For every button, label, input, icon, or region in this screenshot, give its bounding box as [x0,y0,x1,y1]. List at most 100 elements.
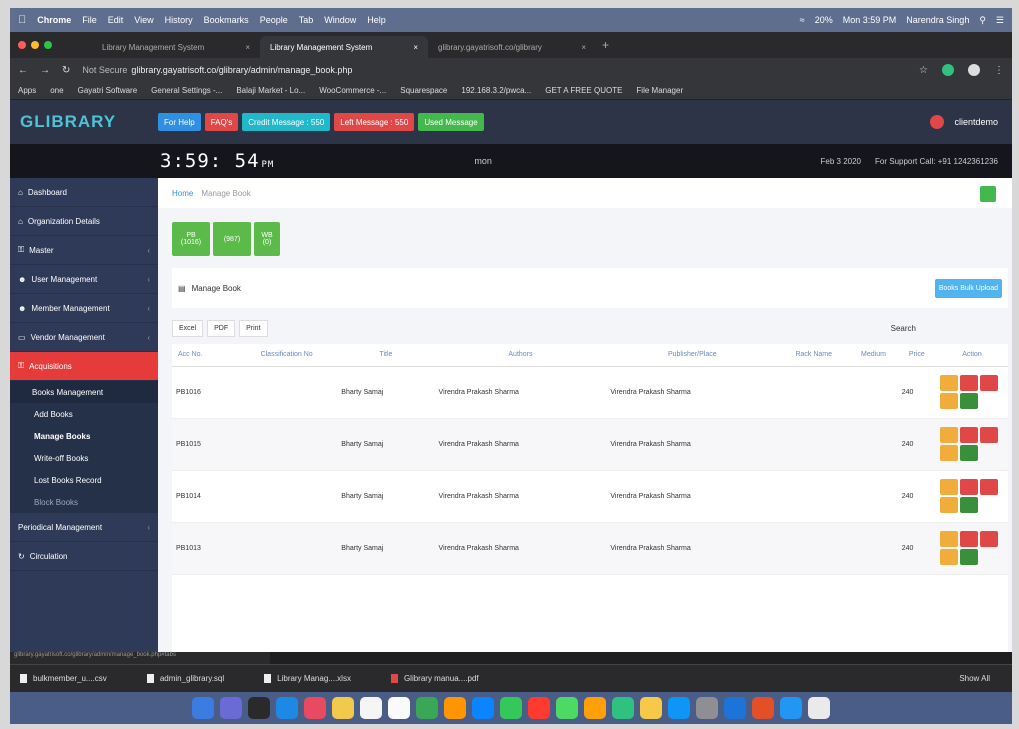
facetime-icon[interactable] [500,697,522,719]
user-menu[interactable]: clientdemo [930,115,1012,129]
block-icon[interactable] [980,427,998,443]
sidebar-item-dashboard[interactable]: ⌂ Dashboard [10,178,158,207]
upload-icon[interactable] [940,393,958,409]
delete-icon[interactable] [960,427,978,443]
col-rack[interactable]: Rack Name [778,344,850,367]
spotlight-icon[interactable]: ⚲ [979,15,986,26]
photos-icon[interactable] [304,697,326,719]
close-window-icon[interactable] [18,41,26,49]
used-message-button[interactable]: Used Message [418,113,484,131]
submenu-block-books[interactable]: Block Books [10,491,158,513]
close-icon[interactable]: × [413,43,418,52]
tab-3[interactable]: glibrary.gayatrisoft.co/glibrary × [428,36,596,58]
finder-icon[interactable] [192,697,214,719]
search-icon[interactable] [980,186,996,202]
menu-view[interactable]: View [134,15,153,25]
bookmark-quote[interactable]: GET A FREE QUOTE [545,86,622,95]
vlc-icon[interactable] [640,697,662,719]
pdf-button[interactable]: PDF [207,320,236,337]
show-all-button[interactable]: Show All [959,674,990,683]
bookmark-apps[interactable]: Apps [18,86,36,95]
sidebar-item-organization[interactable]: ⌂ Organization Details [10,207,158,236]
sidebar-item-member-management[interactable]: ☻ Member Management ‹ [10,294,158,323]
vscode-icon[interactable] [724,697,746,719]
submenu-books-management[interactable]: Books Management [10,381,158,403]
edit-icon[interactable] [940,427,958,443]
delete-icon[interactable] [960,531,978,547]
sidebar-item-user-management[interactable]: ☻ User Management ‹ [10,265,158,294]
apple-icon[interactable]:  [18,14,26,26]
news-icon[interactable] [528,697,550,719]
sidebar-item-master[interactable]: ⚿ Master ‹ [10,236,158,265]
col-publisher[interactable]: Publisher/Place [606,344,779,367]
bookmark-gayatri[interactable]: Gayatri Software [78,86,138,95]
submenu-lost-books[interactable]: Lost Books Record [10,469,158,491]
block-icon[interactable] [980,531,998,547]
view-icon[interactable] [960,549,978,565]
stat-pb[interactable]: PB (1016) [172,222,210,256]
forward-icon[interactable]: → [40,65,50,76]
keynote-icon[interactable] [584,697,606,719]
col-acc-no[interactable]: Acc No. [172,344,236,367]
menu-people[interactable]: People [260,15,288,25]
stat-wb[interactable]: WB (0) [254,222,280,256]
download-item[interactable]: Glibrary manua....pdf [390,674,479,683]
tab-2[interactable]: Library Management System × [260,36,428,58]
chrome-icon[interactable] [612,697,634,719]
view-icon[interactable] [960,445,978,461]
credit-message-button[interactable]: Credit Message : 550 [242,113,331,131]
skype-icon[interactable] [668,697,690,719]
profile-icon[interactable] [968,64,980,76]
col-title[interactable]: Title [337,344,435,367]
upload-icon[interactable] [940,445,958,461]
submenu-add-books[interactable]: Add Books [10,403,158,425]
bookmark-ip[interactable]: 192.168.3.2/pwca... [461,86,531,95]
bookmark-squarespace[interactable]: Squarespace [400,86,447,95]
print-button[interactable]: Print [239,320,268,337]
menubar-user[interactable]: Narendra Singh [906,15,969,25]
view-icon[interactable] [960,393,978,409]
notes-icon[interactable] [332,697,354,719]
download-item[interactable]: bulkmember_u....csv [20,674,107,683]
menu-edit[interactable]: Edit [108,15,124,25]
bookmark-one[interactable]: one [50,86,63,95]
menu-file[interactable]: File [82,15,97,25]
safari-icon[interactable] [276,697,298,719]
bookmark-woo[interactable]: WooCommerce -... [319,86,386,95]
numbers-icon[interactable] [556,697,578,719]
download-item[interactable]: Library Manag....xlsx [264,674,351,683]
menu-list-icon[interactable]: ☰ [996,15,1004,26]
battery-level[interactable]: 20% [815,15,833,25]
maps-icon[interactable] [416,697,438,719]
delete-icon[interactable] [960,479,978,495]
tab-1[interactable]: Library Management System × [92,36,260,58]
itunes-icon[interactable] [444,697,466,719]
extension-icon[interactable] [942,64,954,76]
col-price[interactable]: Price [897,344,936,367]
sidebar-item-circulation[interactable]: ↻ Circulation [10,542,158,571]
bulk-upload-button[interactable]: Books Bulk Upload [934,278,1002,298]
bookmark-balaji[interactable]: Balaji Market - Lo... [236,86,305,95]
col-medium[interactable]: Medium [849,344,898,367]
launchpad-icon[interactable] [248,697,270,719]
block-icon[interactable] [980,375,998,391]
upload-icon[interactable] [940,497,958,513]
menu-bookmarks[interactable]: Bookmarks [204,15,249,25]
reload-icon[interactable]: ↻ [62,65,70,76]
more-icon[interactable]: ⋮ [994,65,1004,76]
stat-available[interactable]: (987) [213,222,251,256]
word-icon[interactable] [780,697,802,719]
new-tab-icon[interactable]: + [602,38,609,52]
submenu-manage-books[interactable]: Manage Books [10,425,158,447]
menu-window[interactable]: Window [324,15,356,25]
trash-icon[interactable] [808,697,830,719]
delete-icon[interactable] [960,375,978,391]
menu-chrome[interactable]: Chrome [37,15,71,25]
preferences-icon[interactable] [696,697,718,719]
app-store-icon[interactable] [472,697,494,719]
menu-help[interactable]: Help [367,15,386,25]
filezilla-icon[interactable] [752,697,774,719]
back-icon[interactable]: ← [18,65,28,76]
reminders-icon[interactable] [388,697,410,719]
submenu-write-off-books[interactable]: Write-off Books [10,447,158,469]
